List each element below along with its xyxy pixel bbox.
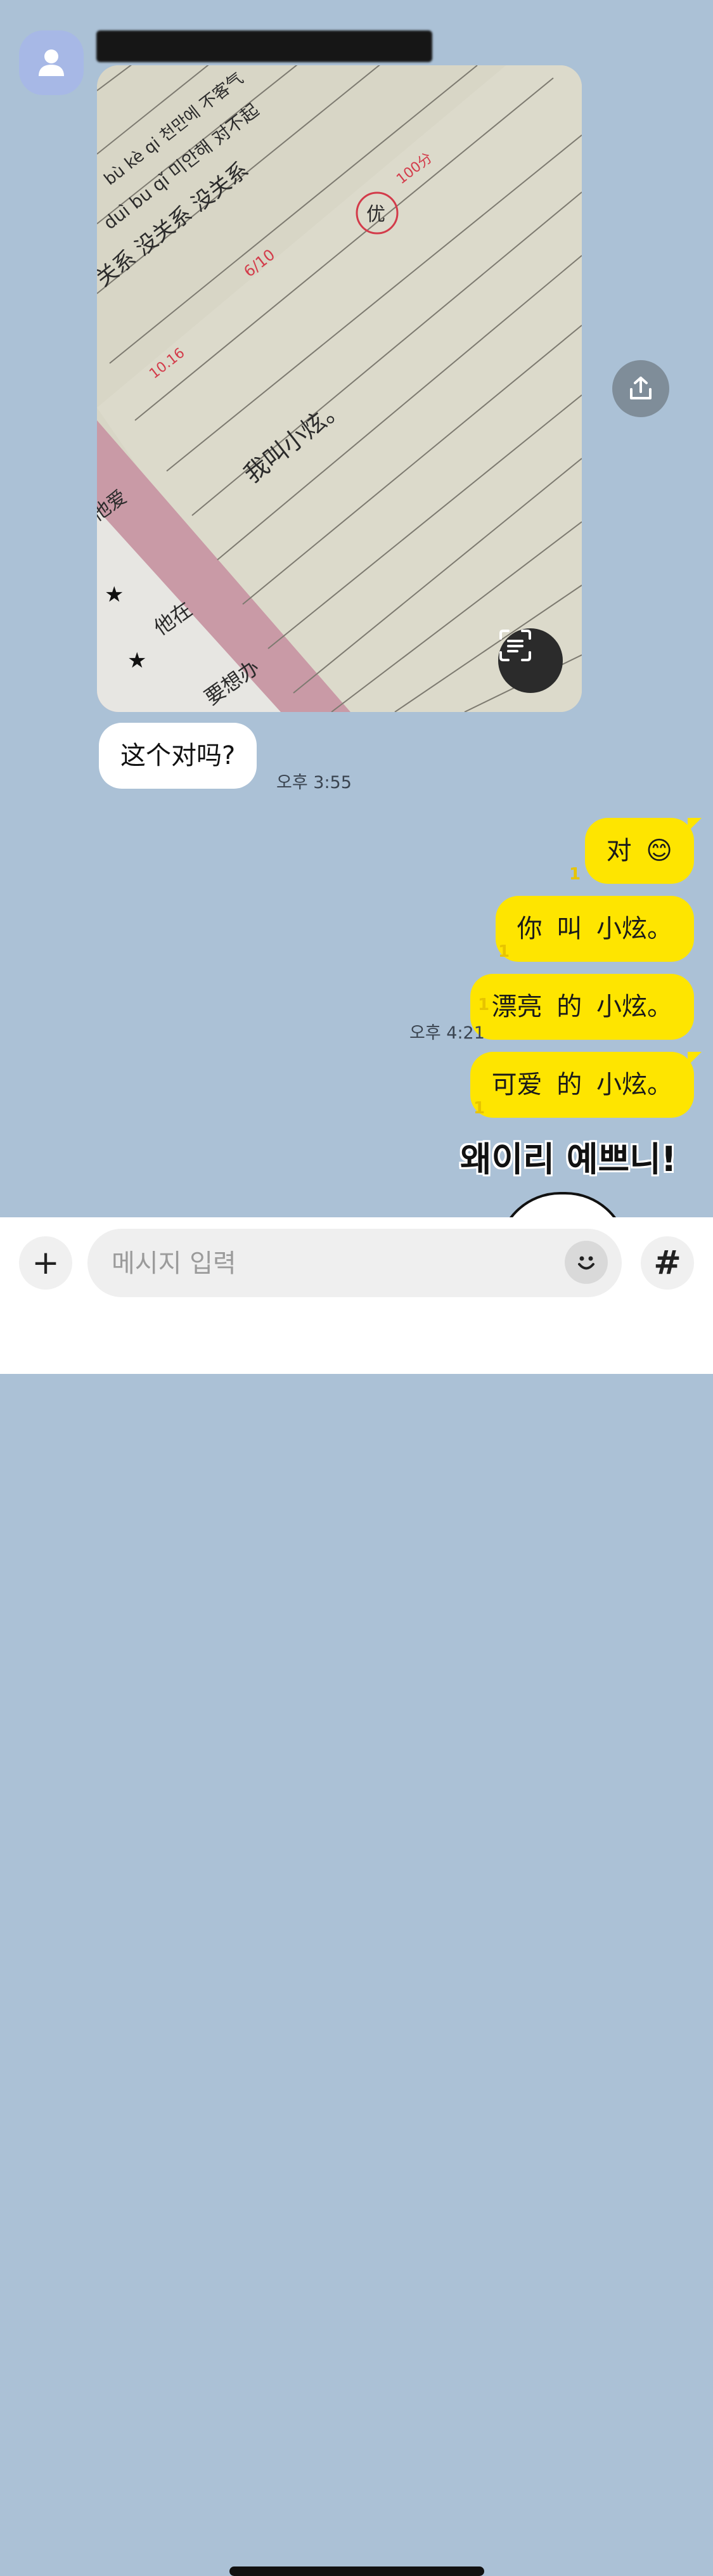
notebook-photo[interactable]: bù kè qi 천만에 不客气 duì bu qǐ 미안해 对不起 关系 没关… [97,65,582,712]
outgoing-timestamp: 오후 4:21 [409,1023,485,1043]
unread-count: 1 [478,995,490,1014]
text-scan-button[interactable] [498,628,563,693]
outgoing-message[interactable]: 可爱 的 小炫。 [470,1052,702,1118]
plus-icon: + [32,1244,60,1282]
svg-text:★: ★ [127,648,146,673]
outgoing-message-text: 你 叫 小炫。 [517,914,672,943]
person-icon [39,49,64,76]
outgoing-message[interactable]: 漂亮 的 小炫。 [470,974,694,1040]
plus-button[interactable]: + [19,1236,72,1290]
message-input-bar: + # [0,1217,713,2576]
sender-avatar[interactable] [19,30,84,95]
incoming-message-text: 这个对吗? [120,741,236,770]
unread-count: 1 [569,865,581,884]
outgoing-message-text: 可爱 的 小炫。 [491,1070,672,1099]
chat-area[interactable]: 李炫 bù kè qi 천만에 不客气 duì bu qǐ 미안해 对不起 关系… [0,0,713,1217]
home-indicator [229,2566,484,2576]
smiley-icon [578,1256,594,1270]
outgoing-message[interactable]: 你 叫 小炫。 [495,896,694,962]
sender-name: 李炫 [96,30,432,62]
share-button[interactable] [612,360,669,417]
outgoing-message-text: 对 [606,836,632,865]
mark-grade: 优 [366,204,385,226]
unread-count: 1 [498,942,510,961]
svg-text:★: ★ [105,582,124,607]
sticker-caption: 왜이리 예쁘니! [460,1139,677,1179]
message-input-wrapper[interactable] [87,1229,622,1298]
sticker-image[interactable] [497,1192,629,1217]
hashtag-icon: # [653,1244,681,1282]
outgoing-message-text: 漂亮 的 小炫。 [491,992,672,1021]
emoji-button[interactable] [565,1241,608,1284]
smiley-emoji: 😊 [646,836,672,865]
incoming-message[interactable]: 这个对吗? [99,723,257,789]
unread-count: 1 [473,1099,485,1118]
incoming-timestamp: 오후 3:55 [276,773,352,793]
notebook-photo-art: bù kè qi 천만에 不客气 duì bu qǐ 미안해 对不起 关系 没关… [97,65,582,712]
hashtag-button[interactable]: # [641,1236,694,1290]
text-scan-icon [499,630,531,661]
upload-icon [630,377,652,399]
outgoing-message[interactable]: 对 😊 [584,818,702,884]
message-input[interactable] [110,1229,544,1298]
